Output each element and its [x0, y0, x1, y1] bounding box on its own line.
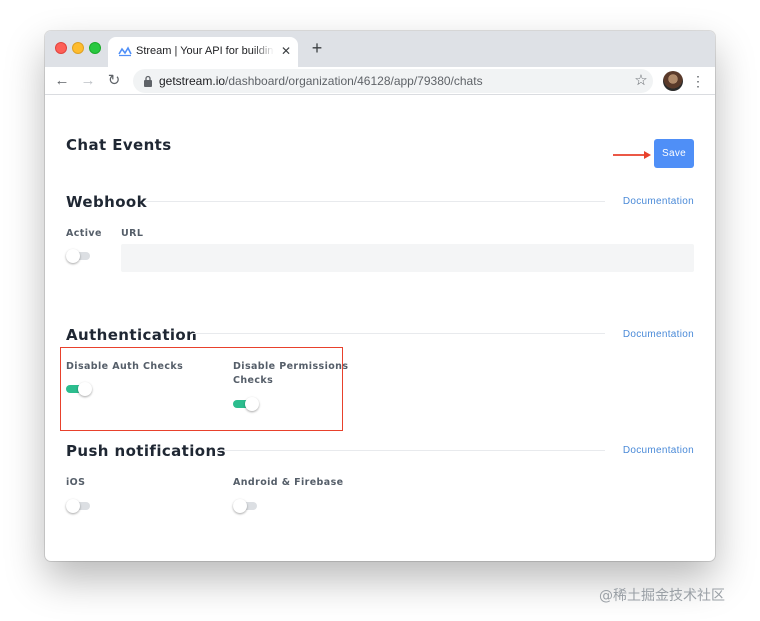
- address-bar[interactable]: getstream.io/dashboard/organization/4612…: [133, 69, 653, 93]
- lock-icon: [144, 75, 152, 87]
- label-line: Disable Permissions: [233, 361, 349, 372]
- ios-label: iOS: [66, 477, 86, 488]
- close-window-button[interactable]: [55, 42, 67, 54]
- minimize-window-button[interactable]: [72, 42, 84, 54]
- toggle-knob: [78, 382, 92, 396]
- android-firebase-label: Android & Firebase: [233, 477, 344, 488]
- authentication-documentation-link[interactable]: Documentation: [623, 329, 694, 340]
- push-notifications-section-title: Push notifications: [66, 442, 226, 460]
- tab-close-icon[interactable]: ✕: [280, 45, 292, 57]
- authentication-section-title: Authentication: [66, 326, 198, 344]
- disable-permissions-checks-toggle[interactable]: [233, 397, 259, 411]
- webhook-active-toggle[interactable]: [66, 249, 90, 263]
- reload-icon[interactable]: ↻: [105, 72, 123, 90]
- section-divider: [145, 201, 605, 202]
- active-label: Active: [66, 228, 102, 239]
- android-firebase-toggle[interactable]: [233, 499, 257, 513]
- ios-toggle[interactable]: [66, 499, 90, 513]
- menu-icon[interactable]: ⋮: [691, 72, 705, 90]
- new-tab-button[interactable]: +: [309, 39, 325, 57]
- disable-auth-checks-label: Disable Auth Checks: [66, 361, 184, 372]
- url-text: getstream.io/dashboard/organization/4612…: [159, 74, 483, 88]
- save-button[interactable]: Save: [654, 139, 694, 168]
- back-icon[interactable]: ←: [53, 72, 71, 90]
- toggle-knob: [66, 499, 80, 513]
- avatar[interactable]: [663, 71, 683, 91]
- toggle-knob: [66, 249, 80, 263]
- webhook-url-input[interactable]: [121, 244, 694, 272]
- browser-tab[interactable]: Stream | Your API for building activity …: [108, 37, 298, 67]
- zoom-window-button[interactable]: [89, 42, 101, 54]
- page-title: Chat Events: [66, 136, 172, 154]
- tab-title: Stream | Your API for building activity …: [136, 45, 274, 57]
- webhook-documentation-link[interactable]: Documentation: [623, 196, 694, 207]
- browser-toolbar: ← → ↻ getstream.io/dashboard/organizatio…: [45, 67, 715, 95]
- star-icon[interactable]: ☆: [633, 72, 649, 90]
- forward-icon[interactable]: →: [79, 72, 97, 90]
- toggle-knob: [245, 397, 259, 411]
- tab-bar: Stream | Your API for building activity …: [45, 31, 715, 67]
- url-path: /dashboard/organization/46128/app/79380/…: [225, 74, 483, 88]
- watermark: @稀土掘金技术社区: [599, 588, 725, 604]
- stream-favicon-icon: [118, 46, 132, 57]
- annotation-arrow: [613, 151, 651, 159]
- url-label: URL: [121, 228, 144, 239]
- push-documentation-link[interactable]: Documentation: [623, 445, 694, 456]
- disable-auth-checks-toggle[interactable]: [66, 382, 92, 396]
- label-line: Checks: [233, 375, 274, 386]
- section-divider: [218, 450, 605, 451]
- webhook-section-title: Webhook: [66, 193, 147, 211]
- browser-window: Stream | Your API for building activity …: [45, 31, 715, 561]
- stage: Stream | Your API for building activity …: [0, 0, 760, 621]
- toggle-knob: [233, 499, 247, 513]
- section-divider: [192, 333, 605, 334]
- disable-permissions-checks-label: Disable Permissions Checks: [233, 360, 348, 388]
- url-host: getstream.io: [159, 74, 226, 88]
